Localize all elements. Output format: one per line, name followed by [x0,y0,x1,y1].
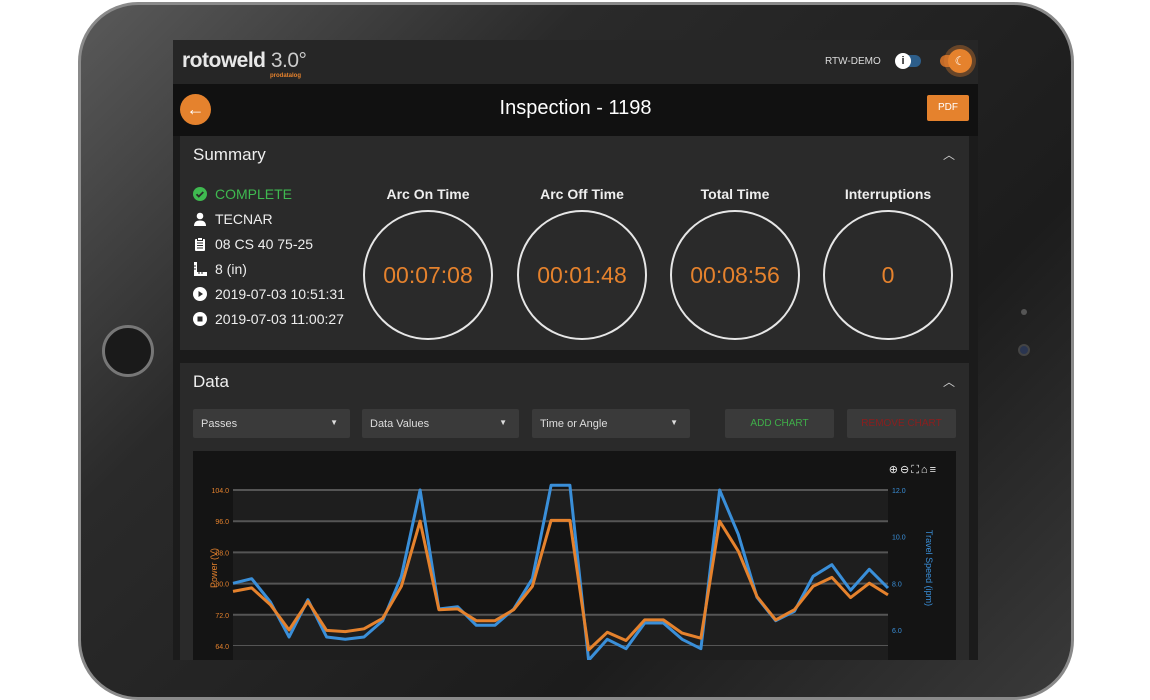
total-time-value: 00:08:56 [670,210,800,340]
moon-icon: ☾ [948,49,972,73]
left-axis-label: Power (V) [209,548,219,588]
camera [1018,344,1030,356]
collapse-data-chevron-up-icon[interactable]: ︿ [943,373,955,390]
check-circle-icon [193,187,207,201]
left-tick-label: 64.0 [215,644,229,651]
grid-band [233,583,888,615]
data-title: Data [193,372,229,391]
title-bar: ← Inspection - 1198 PDF [173,84,978,136]
start-text: 2019-07-03 10:51:31 [215,286,345,302]
grid-band [233,646,888,660]
info-icon: i [895,53,911,69]
chart-container: ⊕⊖⛶⌂≡ 104.0 96.0 88.0 80.0 72.0 64.0 12.0 10.0 8… [193,451,956,660]
summary-title: Summary [193,145,266,164]
passes-value: Passes [201,418,238,430]
sensor [1021,309,1027,315]
theme-toggle[interactable]: ☾ [940,49,972,73]
interruptions-label: Interruptions [844,186,932,202]
grid-band [233,521,888,553]
end-time: 2019-07-03 11:00:27 [193,311,344,327]
right-axis-label: Travel Speed (ipm) [924,530,934,606]
diameter-text: 8 (in) [215,261,247,277]
right-tick-label: 8.0 [892,581,902,588]
user-name: RTW-DEMO [825,56,881,67]
time-or-angle-dropdown[interactable]: Time or Angle ▼ [532,409,690,438]
grid-band [233,552,888,584]
procedure-text: 08 CS 40 75-25 [215,236,314,252]
data-values-dropdown[interactable]: Data Values ▼ [362,409,519,438]
remove-chart-button[interactable]: REMOVE CHART [847,409,956,438]
home-button [102,325,154,377]
end-text: 2019-07-03 11:00:27 [215,311,344,327]
right-tick-label: 12.0 [892,488,906,495]
collapse-summary-chevron-up-icon[interactable]: ︿ [943,146,955,163]
right-tick-label: 6.0 [892,628,902,635]
clipboard-icon [195,237,205,251]
total-time-label: Total Time [700,186,770,202]
summary-card: Summary ︿ COMPLETE TECNAR 08 CS 40 75-25… [180,136,969,350]
app-screen: rotoweld 3.0° prodatalog RTW-DEMO i ☾ ← … [173,40,978,660]
interruptions-value: 0 [823,210,953,340]
time-or-angle-value: Time or Angle [540,418,608,430]
arc-off-value: 00:01:48 [517,210,647,340]
right-tick-label: 10.0 [892,535,906,542]
line-chart: 104.096.088.080.072.064.012.010.08.06.0P… [209,483,934,660]
caret-down-icon: ▼ [330,418,338,427]
left-tick-label: 96.0 [215,519,229,526]
caret-down-icon: ▼ [670,418,678,427]
grid-band [233,490,888,522]
status-badge: COMPLETE [193,186,292,202]
operator-text: TECNAR [215,211,273,227]
status-text: COMPLETE [215,186,293,202]
add-chart-button[interactable]: ADD CHART [725,409,834,438]
top-bar: rotoweld 3.0° prodatalog RTW-DEMO i ☾ [173,40,978,84]
logo-sub: prodatalog [270,73,301,79]
user-icon [194,212,206,226]
start-time: 2019-07-03 10:51:31 [193,286,345,302]
ruler-icon [194,262,207,276]
data-values-value: Data Values [370,418,430,430]
data-card: Data ︿ Passes ▼ Data Values ▼ Time or Angl… [180,363,969,660]
info-toggle[interactable]: i [895,53,921,69]
arc-off-label: Arc Off Time [540,186,624,202]
diameter: 8 (in) [193,261,247,277]
procedure: 08 CS 40 75-25 [193,236,313,252]
passes-dropdown[interactable]: Passes ▼ [193,409,350,438]
arc-on-value: 00:07:08 [363,210,493,340]
stop-circle-icon [193,312,207,326]
play-circle-icon [193,287,207,301]
arc-on-label: Arc On Time [386,186,470,202]
page-title: Inspection - 1198 [499,97,652,119]
left-tick-label: 72.0 [215,613,229,620]
operator: TECNAR [193,211,273,227]
caret-down-icon: ▼ [499,418,507,427]
pdf-button[interactable]: PDF [927,95,969,121]
logo: rotoweld 3.0° [182,49,307,72]
left-tick-label: 104.0 [211,488,229,495]
